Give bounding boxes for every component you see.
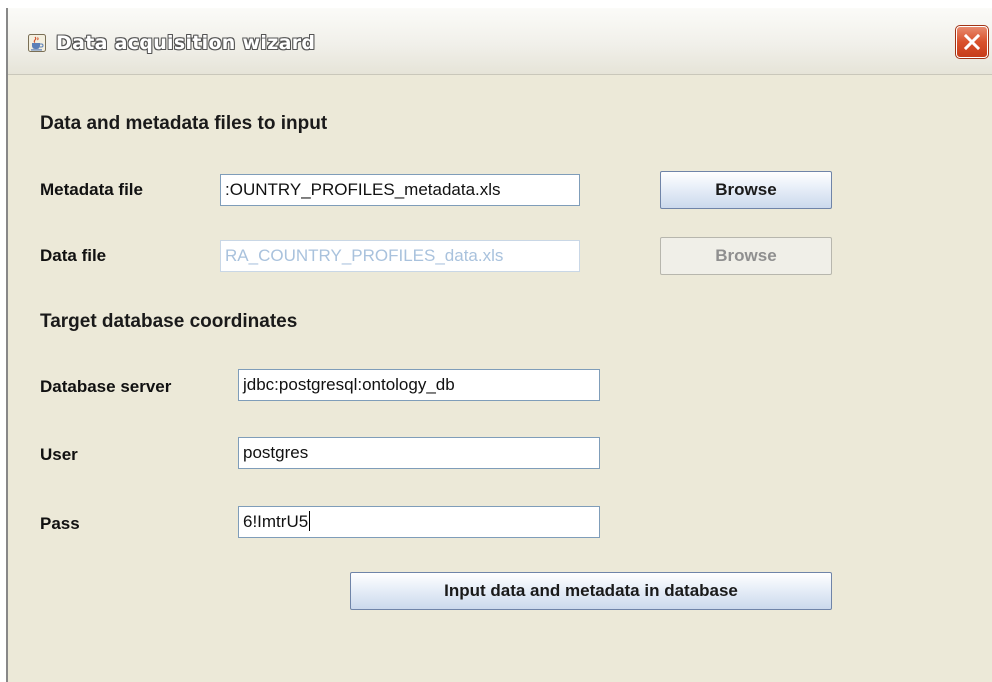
title-bar[interactable]: Data acquisition wizard <box>8 8 992 75</box>
metadata-browse-button[interactable]: Browse <box>660 171 832 209</box>
pass-label: Pass <box>40 514 80 533</box>
files-section-heading: Data and metadata files to input <box>40 113 328 134</box>
text-caret <box>309 511 311 531</box>
close-button[interactable] <box>955 25 989 59</box>
metadata-file-label: Metadata file <box>40 180 143 199</box>
window-title: Data acquisition wizard <box>56 32 316 54</box>
data-file-field[interactable]: RA_COUNTRY_PROFILES_data.xls <box>220 240 580 272</box>
user-field[interactable]: postgres <box>238 437 600 469</box>
data-browse-button[interactable]: Browse <box>660 237 832 275</box>
pass-field-value: 6!ImtrU5 <box>243 512 309 531</box>
input-data-button[interactable]: Input data and metadata in database <box>350 572 832 610</box>
database-section-heading: Target database coordinates <box>40 311 298 332</box>
database-server-field[interactable]: jdbc:postgresql:ontology_db <box>238 369 600 401</box>
metadata-file-field[interactable]: :OUNTRY_PROFILES_metadata.xls <box>220 174 580 206</box>
wizard-window: Data acquisition wizard Data and metadat… <box>6 8 992 682</box>
database-server-label: Database server <box>40 377 172 396</box>
pass-field[interactable]: 6!ImtrU5 <box>238 506 600 538</box>
java-cup-icon <box>28 34 46 52</box>
data-file-label: Data file <box>40 246 107 265</box>
user-label: User <box>40 445 78 464</box>
